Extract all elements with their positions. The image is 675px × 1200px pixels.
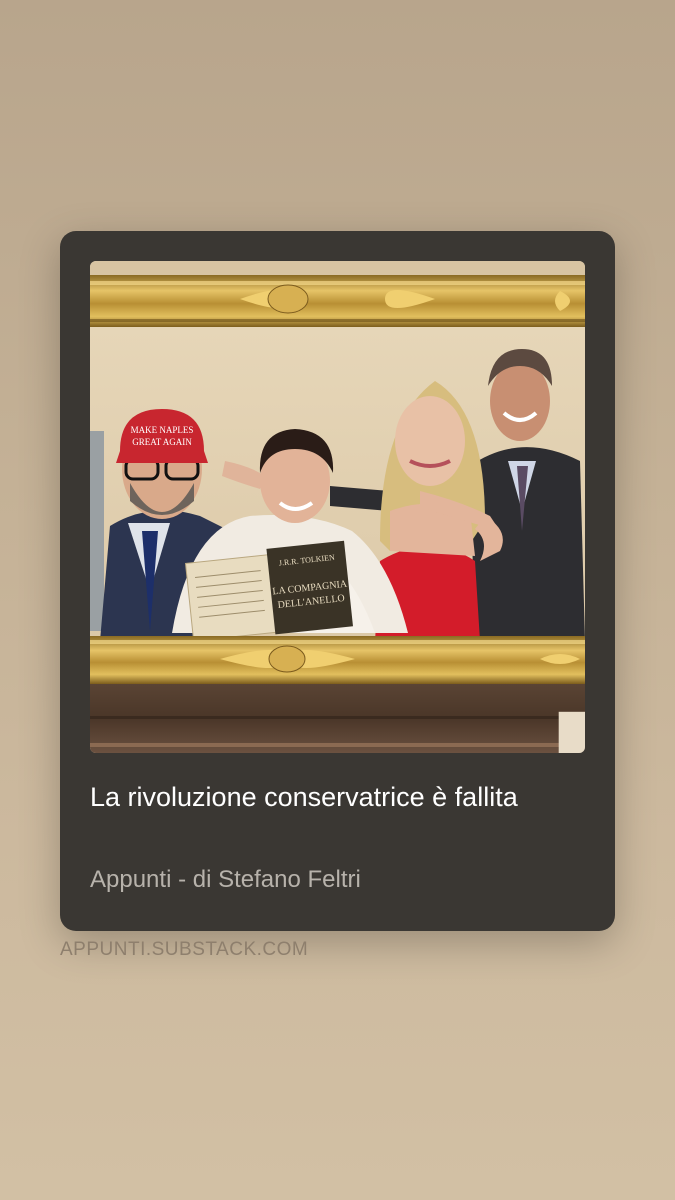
bookmark-icon[interactable] [508,679,585,753]
card-subtitle: Appunti - di Stefano Feltri [90,866,361,893]
card-title[interactable]: La rivoluzione conservatrice è fallita [90,778,590,816]
link-domain[interactable]: APPUNTI.SUBSTACK.COM [60,939,308,961]
cap-text-1: MAKE NAPLES [131,425,194,435]
preview-image[interactable]: MAKE NAPLES GREAT AGAIN J.R.R. TOLKIEN L… [90,261,585,753]
cap-text-2: GREAT AGAIN [132,437,192,447]
link-preview-card[interactable]: MAKE NAPLES GREAT AGAIN J.R.R. TOLKIEN L… [60,231,615,931]
